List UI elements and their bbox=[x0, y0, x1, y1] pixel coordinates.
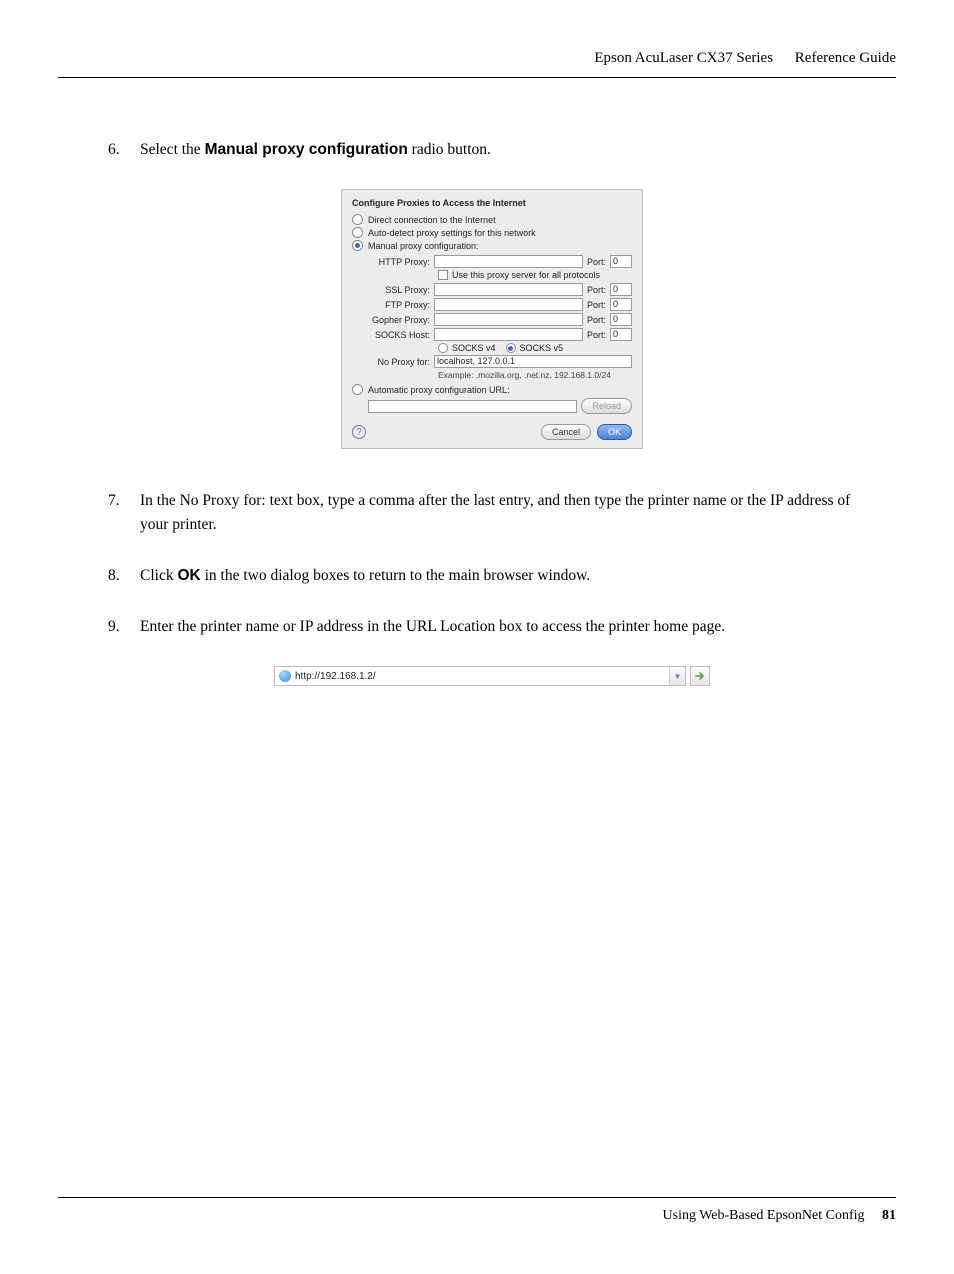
step8-post: in the two dialog boxes to return to the… bbox=[201, 567, 590, 584]
gopher-proxy-label: Gopher Proxy: bbox=[368, 315, 430, 325]
step6-bold: Manual proxy configuration bbox=[205, 141, 408, 158]
help-icon[interactable]: ? bbox=[352, 425, 366, 439]
radio-manual-label: Manual proxy configuration: bbox=[368, 241, 479, 251]
radio-direct-row[interactable]: Direct connection to the Internet bbox=[352, 214, 632, 225]
radio-manual[interactable] bbox=[352, 240, 363, 251]
step-7: 7. In the No Proxy for: text box, type a… bbox=[108, 489, 876, 536]
noproxy-example: Example: .mozilla.org, .net.nz, 192.168.… bbox=[438, 370, 632, 380]
step-number: 8. bbox=[108, 564, 140, 587]
port-label-4: Port: bbox=[587, 315, 606, 325]
socks-v5-label: SOCKS v5 bbox=[520, 343, 564, 353]
radio-autodetect[interactable] bbox=[352, 227, 363, 238]
go-arrow-icon bbox=[694, 670, 706, 682]
socks-host-label: SOCKS Host: bbox=[368, 330, 430, 340]
gopher-port-input[interactable]: 0 bbox=[610, 313, 632, 326]
ftp-proxy-label: FTP Proxy: bbox=[368, 300, 430, 310]
product-series: Epson AcuLaser CX37 Series bbox=[594, 50, 773, 66]
guide-title: Reference Guide bbox=[795, 50, 896, 66]
go-button[interactable] bbox=[690, 666, 710, 686]
ssl-port-input[interactable]: 0 bbox=[610, 283, 632, 296]
gopher-proxy-input[interactable] bbox=[434, 313, 583, 326]
radio-socks-v5[interactable] bbox=[506, 343, 516, 353]
noproxy-input[interactable]: localhost, 127.0.0.1 bbox=[434, 355, 632, 368]
step9-text: Enter the printer name or IP address in … bbox=[140, 615, 876, 638]
ok-button[interactable]: OK bbox=[597, 424, 632, 440]
url-location-bar[interactable]: http://192.168.1.2/ ▼ bbox=[274, 666, 686, 686]
noproxy-label: No Proxy for: bbox=[368, 357, 430, 367]
radio-auto-label: Auto-detect proxy settings for this netw… bbox=[368, 228, 536, 238]
ftp-proxy-input[interactable] bbox=[434, 298, 583, 311]
port-label-3: Port: bbox=[587, 300, 606, 310]
proxy-dialog: Configure Proxies to Access the Internet… bbox=[341, 189, 643, 449]
step7-text: In the No Proxy for: text box, type a co… bbox=[140, 489, 876, 536]
page-number: 81 bbox=[882, 1208, 896, 1223]
page-header: Epson AcuLaser CX37 Series Reference Gui… bbox=[58, 50, 896, 78]
http-proxy-label: HTTP Proxy: bbox=[368, 257, 430, 267]
use-all-checkbox[interactable] bbox=[438, 270, 448, 280]
radio-direct[interactable] bbox=[352, 214, 363, 225]
step8-bold: OK bbox=[177, 567, 200, 584]
step-9: 9. Enter the printer name or IP address … bbox=[108, 615, 876, 638]
page-footer: Using Web-Based EpsonNet Config 81 bbox=[58, 1197, 896, 1224]
step-number: 7. bbox=[108, 489, 140, 536]
socks-host-input[interactable] bbox=[434, 328, 583, 341]
reload-button[interactable]: Reload bbox=[581, 398, 632, 414]
auto-url-input[interactable] bbox=[368, 400, 577, 413]
radio-auto-row[interactable]: Auto-detect proxy settings for this netw… bbox=[352, 227, 632, 238]
step6-post: radio button. bbox=[408, 141, 491, 158]
step6-pre: Select the bbox=[140, 141, 205, 158]
ftp-port-input[interactable]: 0 bbox=[610, 298, 632, 311]
step8-pre: Click bbox=[140, 567, 177, 584]
use-all-label: Use this proxy server for all protocols bbox=[452, 270, 600, 280]
socks-port-input[interactable]: 0 bbox=[610, 328, 632, 341]
port-label: Port: bbox=[587, 257, 606, 267]
radio-socks-v4[interactable] bbox=[438, 343, 448, 353]
port-label-2: Port: bbox=[587, 285, 606, 295]
socks-v4-label: SOCKS v4 bbox=[452, 343, 496, 353]
http-port-input[interactable]: 0 bbox=[610, 255, 632, 268]
dialog-title: Configure Proxies to Access the Internet bbox=[352, 198, 632, 208]
url-text[interactable]: http://192.168.1.2/ bbox=[295, 671, 669, 682]
ssl-proxy-label: SSL Proxy: bbox=[368, 285, 430, 295]
cancel-button[interactable]: Cancel bbox=[541, 424, 591, 440]
step-number: 9. bbox=[108, 615, 140, 638]
radio-direct-label: Direct connection to the Internet bbox=[368, 215, 496, 225]
port-label-5: Port: bbox=[587, 330, 606, 340]
footer-section: Using Web-Based EpsonNet Config bbox=[663, 1208, 865, 1223]
step-number: 6. bbox=[108, 138, 140, 161]
ssl-proxy-input[interactable] bbox=[434, 283, 583, 296]
http-proxy-input[interactable] bbox=[434, 255, 583, 268]
auto-url-label: Automatic proxy configuration URL: bbox=[368, 385, 510, 395]
globe-icon bbox=[279, 670, 291, 682]
radio-auto-url[interactable] bbox=[352, 384, 363, 395]
url-dropdown-icon[interactable]: ▼ bbox=[669, 667, 685, 685]
step-6: 6. Select the Manual proxy configuration… bbox=[108, 138, 876, 161]
step-8: 8. Click OK in the two dialog boxes to r… bbox=[108, 564, 876, 587]
radio-manual-row[interactable]: Manual proxy configuration: bbox=[352, 240, 632, 251]
